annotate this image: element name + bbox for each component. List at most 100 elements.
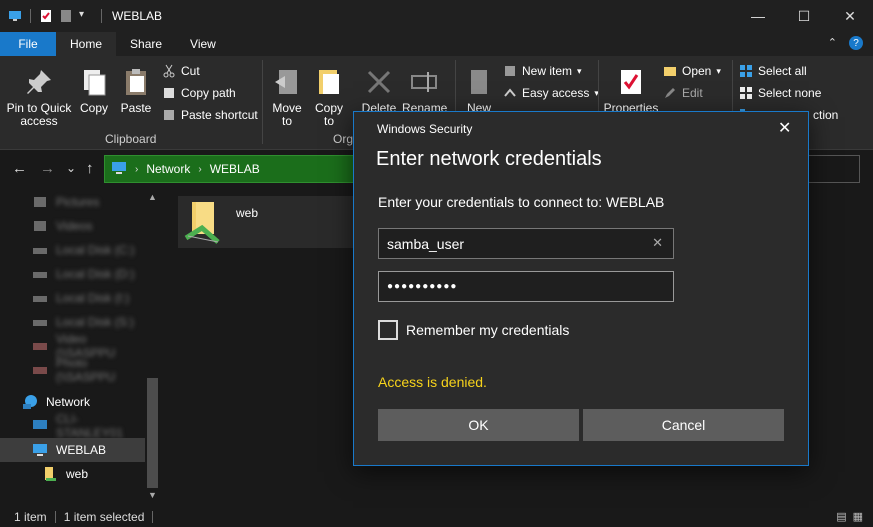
drive-icon — [32, 242, 48, 258]
close-window-button[interactable]: ✕ — [827, 0, 873, 32]
tab-view[interactable]: View — [176, 32, 230, 56]
move-to-button[interactable]: Move to — [268, 66, 306, 128]
password-value: ●●●●●●●●●● — [387, 281, 458, 292]
drive-icon — [32, 290, 48, 306]
recent-locations-icon[interactable]: ⌄ — [66, 161, 76, 175]
scroll-thumb[interactable] — [147, 378, 158, 488]
quick-access-toolbar: ▾ — [8, 9, 104, 23]
details-view-icon[interactable]: ▤ — [836, 510, 846, 523]
delete-button[interactable]: Delete — [360, 66, 398, 115]
file-name: web — [236, 206, 259, 220]
remember-credentials-checkbox[interactable] — [378, 320, 398, 340]
nav-item-computer[interactable]: CLI-STANLEY01 — [0, 412, 145, 440]
scissors-icon — [162, 64, 176, 78]
nav-pane-scrollbar[interactable]: ▲ ▼ — [145, 188, 160, 506]
maximize-button[interactable]: ☐ — [781, 0, 827, 32]
properties-button[interactable]: Properties — [603, 66, 659, 115]
chevron-down-icon: ▾ — [577, 65, 582, 76]
copy-path-button[interactable]: Copy path — [162, 86, 236, 100]
easy-access-button[interactable]: Easy access ▾ — [503, 86, 599, 100]
ok-button[interactable]: OK — [378, 409, 579, 441]
search-input[interactable] — [800, 155, 860, 183]
tab-share[interactable]: Share — [116, 32, 176, 56]
new-folder-icon[interactable] — [59, 9, 73, 23]
properties-icon[interactable] — [39, 9, 53, 23]
status-separator — [152, 510, 154, 523]
pin-quick-access-button[interactable]: Pin to Quick access — [4, 66, 74, 128]
copy-path-label: Copy path — [181, 86, 236, 100]
nav-item-pictures[interactable]: Pictures — [0, 190, 145, 214]
password-field[interactable]: ●●●●●●●●●● — [378, 271, 674, 302]
new-item-icon — [503, 64, 517, 78]
tab-file[interactable]: File — [0, 32, 56, 56]
title-bar: ▾ WEBLAB — ☐ ✕ — [0, 0, 873, 32]
forward-arrow-icon[interactable]: → — [40, 160, 55, 177]
clear-input-icon[interactable]: ✕ — [652, 235, 663, 251]
nav-item-video-share[interactable]: Video (\\SASPPU — [0, 332, 145, 360]
breadcrumb-network[interactable]: Network — [146, 162, 190, 176]
paste-shortcut-label: Paste shortcut — [181, 108, 258, 122]
credentials-dialog: Windows Security ✕ Enter network credent… — [353, 111, 809, 466]
select-all-button[interactable]: Select all — [739, 64, 807, 78]
back-arrow-icon[interactable]: ← — [12, 160, 27, 177]
paste-button[interactable]: Paste — [118, 66, 154, 115]
nav-item-photo-share[interactable]: Photo (\\SASPPU — [0, 356, 145, 384]
edit-label: Edit — [682, 86, 703, 100]
nav-item-web[interactable]: web — [0, 462, 145, 486]
separator — [101, 9, 102, 23]
shared-folder-icon — [182, 198, 230, 246]
minimize-button[interactable]: — — [735, 0, 781, 32]
nav-item-network[interactable]: Network — [0, 390, 145, 414]
select-none-label: Select none — [758, 86, 822, 100]
new-folder-icon — [463, 66, 495, 98]
select-none-button[interactable]: Select none — [739, 86, 821, 100]
address-bar[interactable]: › Network › WEBLAB — [104, 155, 364, 183]
customize-dropdown-icon[interactable]: ▾ — [79, 9, 93, 23]
nav-item-label: Videos — [56, 219, 93, 233]
error-message: Access is denied. — [378, 374, 487, 390]
collapse-ribbon-icon[interactable]: ⌃ — [828, 36, 837, 50]
copy-label: Copy — [79, 101, 108, 115]
username-value: samba_user — [387, 235, 465, 252]
drive-icon — [32, 314, 48, 330]
nav-item-local-disk-s[interactable]: Local Disk (S:) — [0, 310, 145, 334]
computer-icon[interactable] — [8, 9, 22, 23]
remember-credentials-row[interactable]: Remember my credentials — [378, 320, 569, 340]
scroll-up-icon[interactable]: ▲ — [148, 192, 157, 202]
up-arrow-icon[interactable]: ↑ — [86, 160, 94, 177]
paste-shortcut-button[interactable]: Paste shortcut — [162, 108, 258, 122]
shared-folder-icon — [42, 466, 58, 482]
nav-item-local-disk-d[interactable]: Local Disk (D:) — [0, 262, 145, 286]
cut-button[interactable]: Cut — [162, 64, 200, 78]
selection-count: 1 item selected — [63, 509, 145, 524]
remember-credentials-label: Remember my credentials — [406, 322, 570, 338]
open-button[interactable]: Open ▾ — [663, 64, 721, 78]
nav-item-local-disk-c[interactable]: Local Disk (C:) — [0, 238, 145, 262]
new-folder-button[interactable]: New — [462, 66, 496, 115]
copy-to-button[interactable]: Copy to — [310, 66, 348, 128]
dialog-caption: Windows Security — [377, 122, 473, 136]
scroll-down-icon[interactable]: ▼ — [148, 490, 157, 500]
nav-item-weblab[interactable]: WEBLAB — [0, 438, 145, 462]
breadcrumb-weblab[interactable]: WEBLAB — [210, 162, 260, 176]
dialog-close-button[interactable]: ✕ — [778, 118, 791, 138]
item-count: 1 item — [14, 509, 47, 524]
cancel-button[interactable]: Cancel — [583, 409, 784, 441]
edit-button[interactable]: Edit — [663, 86, 703, 100]
window-controls: — ☐ ✕ — [735, 0, 873, 32]
large-icons-view-icon[interactable]: ▦ — [853, 510, 863, 523]
rename-button[interactable]: Rename — [402, 66, 447, 115]
file-item-web[interactable]: web — [178, 196, 358, 248]
nav-item-videos[interactable]: Videos — [0, 214, 145, 238]
nav-item-local-disk-i[interactable]: Local Disk (I:) — [0, 286, 145, 310]
move-to-label: Move to — [272, 101, 302, 128]
new-item-button[interactable]: New item ▾ — [503, 64, 582, 78]
breadcrumb-chevron: › — [198, 163, 202, 175]
copy-button[interactable]: Copy — [76, 66, 112, 115]
pictures-icon — [32, 194, 48, 210]
username-field[interactable]: samba_user ✕ — [378, 228, 674, 259]
network-drive-icon — [32, 362, 48, 378]
copy-to-icon — [313, 66, 345, 98]
help-icon[interactable]: ? — [849, 36, 863, 50]
tab-home[interactable]: Home — [56, 32, 117, 56]
